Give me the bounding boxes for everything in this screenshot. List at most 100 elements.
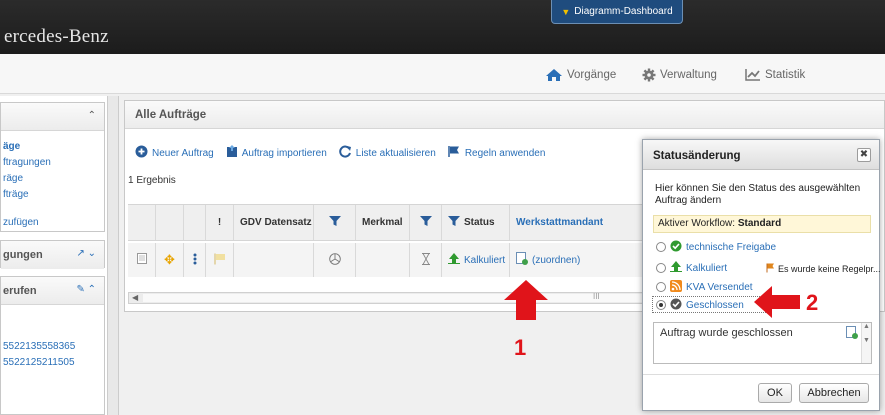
textarea-scrollbar[interactable]: ▲ ▼	[861, 323, 871, 363]
col-status[interactable]: Status	[442, 205, 510, 240]
row-brand	[314, 243, 356, 277]
refresh-icon	[338, 145, 352, 161]
col-status-label: Status	[464, 217, 495, 228]
sidebar-scrollbar[interactable]	[107, 96, 119, 415]
plus-circle-icon	[135, 145, 148, 161]
status-option-label: Geschlossen	[686, 299, 744, 311]
rule-flag-icon	[766, 263, 775, 275]
ok-button[interactable]: OK	[758, 383, 792, 403]
col-werkstatt[interactable]: Werkstattmandant	[510, 205, 643, 240]
status-option-label: technische Freigabe	[686, 241, 777, 253]
filter-icon[interactable]	[328, 215, 341, 230]
annotation-number-2: 2	[806, 290, 819, 315]
expand-icon[interactable]: ↗ ⌄	[76, 248, 96, 259]
col-gdv[interactable]: GDV Datensatz	[234, 205, 314, 240]
annotation-arrow-1	[504, 280, 548, 320]
new-order-button[interactable]: Neuer Auftrag	[135, 145, 214, 161]
refresh-list-button[interactable]: Liste aktualisieren	[338, 145, 436, 161]
status-option-label: Kalkuliert	[686, 262, 728, 274]
more-vertical-icon	[193, 253, 197, 268]
result-count: 1 Ergebnis	[128, 175, 176, 186]
table-horizontal-scrollbar[interactable]: ◀ III	[128, 292, 643, 304]
radio-button[interactable]	[656, 242, 666, 252]
row-status[interactable]: Kalkuliert	[442, 243, 510, 277]
rule-note-text: Es wurde keine Regelpr...	[778, 264, 881, 274]
status-change-dialog: Statusänderung ✖ Hier können Sie den Sta…	[642, 139, 881, 411]
orders-panel-title: Alle Aufträge	[135, 109, 207, 121]
col-menu	[184, 205, 206, 240]
row-menu[interactable]	[184, 243, 206, 277]
close-icon[interactable]: ✖	[857, 148, 871, 162]
workflow-value: Standard	[737, 218, 782, 229]
orders-panel-header: Alle Aufträge	[125, 101, 884, 129]
top-bar: ercedes-Benz ▼ Diagramm-Dashboard	[0, 0, 885, 54]
sidebar-panel-2-header[interactable]: gungen ↗ ⌄	[1, 241, 104, 269]
sidebar-panel-auftraege: ⌃ äge ftragungen räge fträge zufügen	[0, 102, 105, 232]
sidebar-link-hinzufuegen[interactable]: zufügen	[1, 215, 104, 231]
table-header-row: ! GDV Datensatz Merkmal Status Werkstatt…	[128, 205, 643, 241]
col-move	[156, 205, 184, 240]
scroll-thumb[interactable]	[143, 294, 643, 302]
import-order-button[interactable]: Auftrag importieren	[226, 145, 327, 161]
col-exclam[interactable]: !	[206, 205, 234, 240]
sidebar: ⌃ äge ftragungen räge fträge zufügen gun…	[0, 96, 107, 415]
cancel-button[interactable]: Abbrechen	[799, 383, 869, 403]
status-option-technische-freigabe[interactable]: technische Freigabe	[656, 239, 776, 255]
row-flag[interactable]	[206, 243, 234, 277]
sidebar-link-vertraege[interactable]: räge	[1, 171, 104, 187]
assign-icon	[516, 252, 528, 268]
comment-field[interactable]: Auftrag wurde geschlossen ▲ ▼	[653, 322, 872, 364]
hourglass-icon	[421, 252, 431, 268]
dialog-description: Hier können Sie den Status des ausgewähl…	[655, 183, 861, 206]
filter-icon[interactable]	[448, 215, 460, 230]
row-move-handle[interactable]: ✥	[156, 243, 184, 277]
sidebar-panel-2-title: gungen	[3, 249, 43, 261]
nav-statistik[interactable]: Statistik	[745, 68, 805, 81]
apply-rules-label: Regeln anwenden	[464, 147, 546, 159]
annotation-arrow-2	[754, 286, 800, 318]
col-merkmal[interactable]: Merkmal	[356, 205, 410, 240]
gear-icon	[642, 68, 656, 82]
brand-logo: ercedes-Benz	[4, 26, 109, 47]
scroll-left-icon[interactable]: ◀	[132, 293, 138, 302]
nav-vorgaenge[interactable]: Vorgänge	[545, 68, 616, 82]
chevron-down-icon: ▼	[561, 6, 571, 17]
sidebar-link-beauftragungen[interactable]: ftragungen	[1, 155, 104, 171]
sidebar-link-order-2[interactable]: 5522125211505	[1, 355, 104, 371]
upload-arrow-icon	[670, 261, 682, 275]
notes-icon	[846, 326, 858, 342]
dialog-header[interactable]: Statusänderung ✖	[643, 140, 879, 170]
import-icon	[226, 145, 238, 161]
home-icon	[545, 68, 563, 82]
row-status-label: Kalkuliert	[464, 254, 506, 266]
sidebar-panel-3-header[interactable]: erufen ✎ ⌃	[1, 277, 104, 305]
col-filter-2[interactable]	[410, 205, 442, 240]
sidebar-link-auftraege[interactable]: äge	[1, 139, 104, 155]
apply-rules-button[interactable]: Regeln anwenden	[448, 145, 546, 161]
radio-button-selected[interactable]	[656, 300, 666, 310]
check-dark-icon	[670, 298, 682, 313]
comment-textarea[interactable]: Auftrag wurde geschlossen	[654, 323, 849, 361]
status-option-kalkuliert[interactable]: Kalkuliert	[656, 260, 727, 276]
radio-button[interactable]	[656, 282, 666, 292]
orders-table: ! GDV Datensatz Merkmal Status Werkstatt…	[128, 204, 643, 278]
col-filter-1[interactable]	[314, 205, 356, 240]
edit-icon[interactable]: ✎ ⌃	[76, 284, 96, 295]
row-werkstatt[interactable]: (zuordnen)	[510, 243, 643, 277]
nav-verwaltung[interactable]: Verwaltung	[642, 68, 717, 82]
filter-icon[interactable]	[419, 215, 432, 230]
sidebar-link-auftraege-2[interactable]: fträge	[1, 187, 104, 203]
sidebar-link-order-1[interactable]: 5522135558365	[1, 339, 104, 355]
dashboard-tab[interactable]: ▼ Diagramm-Dashboard	[551, 0, 683, 24]
table-row[interactable]: ✥ Kalkuliert (zuordnen)	[128, 243, 643, 277]
row-merkmal	[356, 243, 410, 277]
sidebar-panel-3-title: erufen	[3, 285, 37, 297]
status-option-kva-versendet[interactable]: KVA Versendet	[656, 279, 753, 295]
radio-button[interactable]	[656, 263, 666, 273]
scroll-grip: III	[593, 292, 600, 301]
status-option-geschlossen[interactable]: Geschlossen	[656, 297, 744, 313]
chevron-up-icon[interactable]: ⌃	[88, 110, 96, 121]
move-icon: ✥	[164, 252, 175, 267]
status-option-label: KVA Versendet	[686, 281, 753, 293]
row-checkbox[interactable]	[128, 243, 156, 277]
